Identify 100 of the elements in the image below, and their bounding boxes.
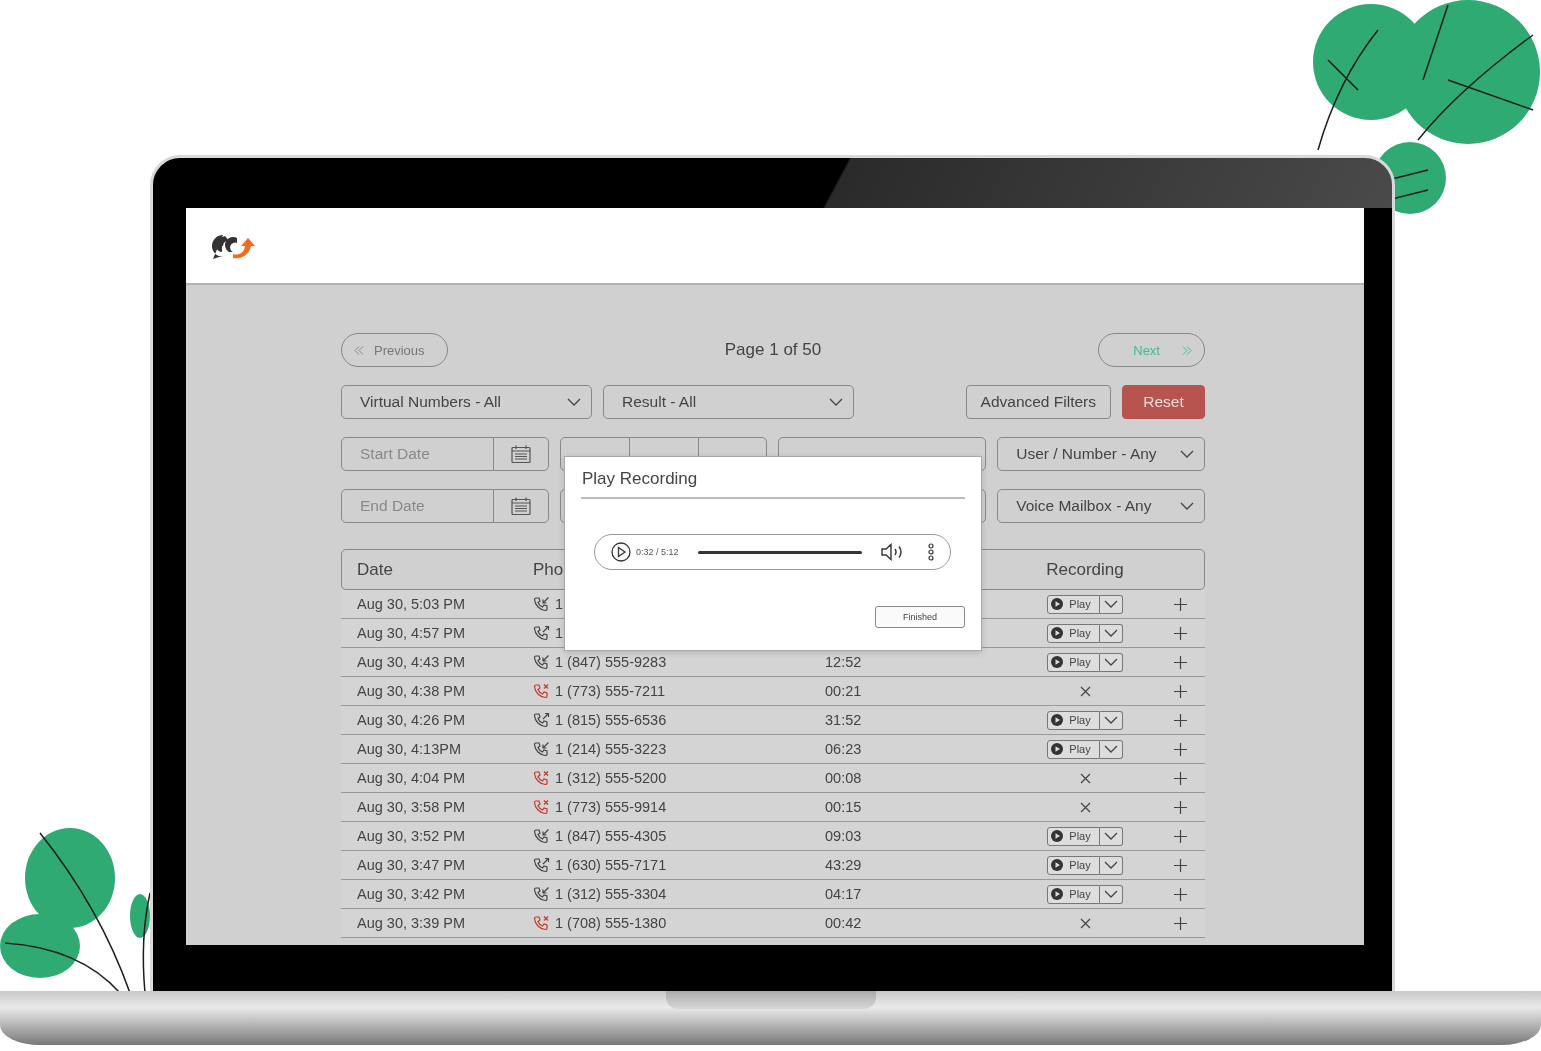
phone-cell: 1 (708) 555-1380 (555, 915, 667, 931)
voice-mailbox-dropdown[interactable]: Voice Mailbox - Any (997, 489, 1205, 523)
play-button[interactable]: Play (1047, 594, 1100, 614)
duration-cell-text: 00:08 (825, 770, 863, 786)
duration-cell-text: 00:42 (825, 915, 863, 931)
play-icon (1051, 888, 1064, 900)
calendar-icon[interactable] (510, 445, 531, 463)
phone-cell: 1 (555, 596, 564, 612)
chevron-down-icon (567, 398, 581, 406)
date-cell-text: Aug 30, 4:04 PM (357, 770, 466, 786)
date-cell-text: Aug 30, 4:38 PM (357, 683, 466, 699)
chevron-down-icon (1180, 502, 1194, 510)
expand-icon[interactable] (1173, 655, 1187, 669)
dropdown-button[interactable] (1099, 594, 1123, 614)
duration-cell-text: 43:29 (825, 857, 863, 873)
phone-cell: 1 (312) 555-3304 (555, 886, 667, 902)
chevron-down-icon (1103, 658, 1118, 666)
phone-cell: 1 (773) 555-7211 (555, 683, 666, 699)
expand-icon[interactable] (1173, 771, 1187, 785)
phone-cell: 1 (847) 555-4305 (555, 828, 667, 844)
dropdown-button[interactable] (1099, 826, 1123, 846)
missed-call-icon (533, 769, 550, 787)
reset-button[interactable]: Reset (1122, 385, 1205, 419)
play-button[interactable]: Play (1047, 855, 1100, 875)
expand-icon[interactable] (1173, 597, 1187, 611)
expand-icon[interactable] (1173, 887, 1187, 901)
double-chevron-left-icon (354, 345, 364, 355)
expand-icon[interactable] (1173, 742, 1187, 756)
chevron-down-icon (1103, 629, 1118, 637)
advanced-filters-button[interactable]: Advanced Filters (965, 385, 1111, 419)
expand-icon[interactable] (1173, 916, 1187, 930)
progress-track[interactable] (697, 550, 862, 554)
chevron-down-icon (1103, 716, 1118, 724)
play-button[interactable]: Play (1047, 739, 1100, 759)
dropdown-button[interactable] (1099, 855, 1123, 875)
outgoing-call-icon (533, 624, 550, 642)
incoming-call-icon (533, 827, 550, 845)
duration-cell-text: 31:52 (825, 712, 863, 728)
date-cell-text: Aug 30, 3:42 PM (357, 886, 466, 902)
playback-time: 0:32 / 5:12 (636, 547, 679, 557)
play-button[interactable]: Play (1047, 710, 1100, 730)
play-button[interactable]: Play (1047, 826, 1100, 846)
expand-icon[interactable] (1173, 684, 1187, 698)
duration-cell-text: 04:17 (825, 886, 863, 902)
dialog-title: Play Recording (581, 469, 965, 499)
play-icon[interactable] (611, 542, 631, 562)
date-cell-text: Aug 30, 3:47 PM (357, 857, 466, 873)
play-button[interactable]: Play (1047, 884, 1100, 904)
play-button[interactable]: Play (1047, 652, 1100, 672)
dropdown-button[interactable] (1099, 623, 1123, 643)
chevron-down-icon (829, 398, 843, 406)
page-label: Page 1 of 50 (724, 340, 822, 360)
dropdown-button[interactable] (1099, 710, 1123, 730)
missed-call-icon (533, 914, 550, 932)
dropdown-button[interactable] (1099, 884, 1123, 904)
more-options-icon[interactable] (928, 543, 934, 561)
incoming-call-icon (533, 595, 550, 613)
chevron-down-icon (1103, 890, 1118, 898)
date-cell-text: Aug 30, 3:58 PM (357, 799, 466, 815)
phone-cell: 1 (847) 555-9283 (555, 654, 667, 670)
expand-icon[interactable] (1173, 713, 1187, 727)
outgoing-call-icon (533, 856, 550, 874)
duration-cell-text: 12:52 (825, 654, 863, 670)
phone-cell: 1 (555, 625, 564, 641)
expand-icon[interactable] (1173, 829, 1187, 843)
date-cell-text: Aug 30, 4:13PM (357, 741, 462, 757)
dropdown-button[interactable] (1099, 739, 1123, 759)
date-cell-text: Aug 30, 3:39 PM (357, 915, 466, 931)
play-button[interactable]: Play (1047, 623, 1100, 643)
dropdown-button[interactable] (1099, 652, 1123, 672)
play-icon (1051, 627, 1064, 639)
expand-icon[interactable] (1173, 800, 1187, 814)
chevron-down-icon (1103, 832, 1118, 840)
phone-cell: 1 (773) 555-9914 (555, 799, 667, 815)
date-cell-text: Aug 30, 4:26 PM (357, 712, 466, 728)
play-icon (1051, 830, 1064, 842)
virtual-numbers-dropdown[interactable]: Virtual Numbers - All (341, 385, 592, 419)
column-header: Date (357, 559, 394, 580)
calendar-icon[interactable] (510, 497, 531, 515)
date-cell-text: Aug 30, 5:03 PM (357, 596, 466, 612)
double-chevron-right-icon (1182, 345, 1192, 355)
date-cell-text: Aug 30, 3:52 PM (357, 828, 466, 844)
incoming-call-icon (533, 653, 550, 671)
user-number-dropdown[interactable]: User / Number - Any (997, 437, 1205, 471)
chevron-down-icon (1180, 450, 1194, 458)
start-date-field[interactable]: Start Date (341, 437, 549, 471)
date-cell-text: Aug 30, 4:57 PM (357, 625, 466, 641)
end-date-field[interactable]: End Date (341, 489, 549, 523)
date-cell-text: Aug 30, 4:43 PM (357, 654, 466, 670)
expand-icon[interactable] (1173, 626, 1187, 640)
phone-cell: 1 (815) 555-6536 (555, 712, 667, 728)
duration-cell-text: 00:21 (825, 683, 863, 699)
chevron-down-icon (1103, 861, 1118, 869)
result-dropdown[interactable]: Result - All (603, 385, 854, 419)
incoming-call-icon (533, 740, 550, 758)
phone-cell: 1 (312) 555-5200 (555, 770, 667, 786)
finished-button[interactable]: Finished (875, 606, 965, 628)
play-icon (1051, 743, 1064, 755)
duration-cell-text: 00:15 (825, 799, 863, 815)
expand-icon[interactable] (1173, 858, 1187, 872)
